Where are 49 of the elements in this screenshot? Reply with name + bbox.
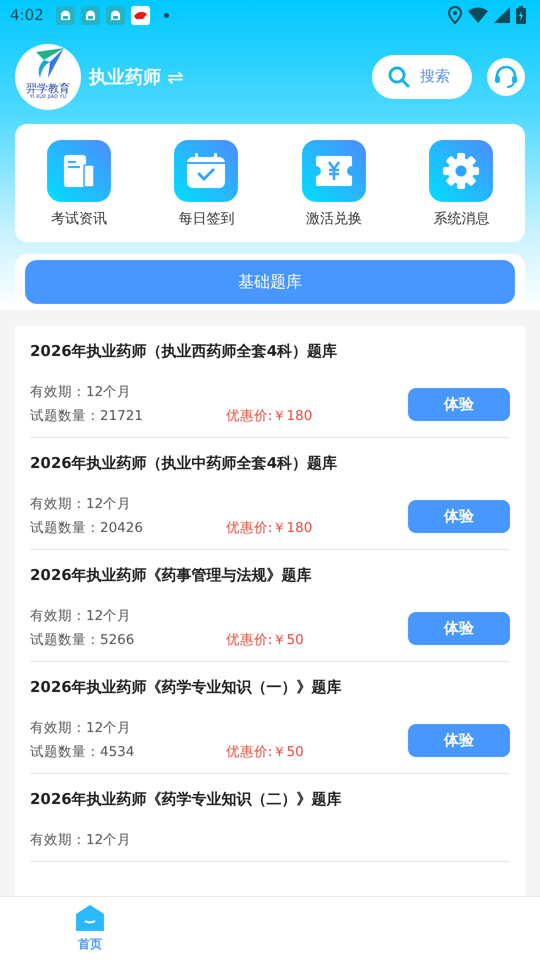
product-title: 2026年执业药师（执业中药师全套4科）题库 (30, 454, 338, 473)
discount-price: 优惠价:￥180 (226, 519, 314, 537)
question-bank-tab[interactable]: 基础题库 (25, 260, 515, 304)
customer-service-button[interactable] (487, 58, 525, 96)
exam-title: 执业药师 (89, 66, 161, 88)
question-count: 试题数量：5266 (30, 631, 136, 649)
notification-icon (56, 6, 75, 24)
location-icon (448, 6, 462, 24)
notification-icon (130, 6, 150, 24)
settings-icon (441, 151, 482, 191)
product-title: 2026年执业药师《药事管理与法规》题库 (30, 566, 313, 585)
home-icon (75, 904, 105, 932)
wifi-icon (468, 7, 488, 23)
try-button[interactable]: 体验 (408, 388, 510, 420)
product-title: 2026年执业药师《药学专业知识（二）》题库 (30, 790, 343, 809)
validity-text: 有效期：12个月 (30, 831, 132, 849)
signal-icon (494, 7, 510, 23)
notification-icon (80, 6, 100, 24)
question-count: 试题数量：20426 (30, 519, 144, 537)
shortcut-button[interactable]: 激活兑换 (270, 140, 398, 228)
nav-tab[interactable]: 首页 (0, 897, 180, 960)
discount-price: 优惠价:￥180 (226, 407, 314, 425)
discount-price: 优惠价:￥50 (226, 743, 305, 761)
search-button[interactable]: 搜索 (372, 54, 472, 98)
try-button[interactable]: 体验 (408, 612, 510, 644)
battery-icon (516, 6, 526, 24)
document-icon (62, 153, 96, 189)
product-title: 2026年执业药师（执业西药师全套4科）题库 (30, 342, 338, 361)
calendar-check-icon (185, 152, 228, 190)
validity-text: 有效期：12个月 (30, 607, 132, 625)
clock: 4:02 (10, 6, 44, 24)
try-button[interactable]: 体验 (408, 500, 510, 532)
notification-icon (106, 6, 125, 24)
try-button[interactable]: 体验 (408, 724, 510, 756)
validity-text: 有效期：12个月 (30, 495, 132, 513)
switch-exam-button[interactable]: ⇌ (163, 64, 188, 88)
shortcut-button[interactable]: 每日签到 (142, 140, 270, 228)
discount-price: 优惠价:￥50 (226, 631, 305, 649)
shortcut-button[interactable]: 系统消息 (398, 140, 525, 228)
validity-text: 有效期：12个月 (30, 719, 132, 737)
question-count: 试题数量：21721 (30, 407, 144, 425)
product-title: 2026年执业药师《药学专业知识（一）》题库 (30, 678, 343, 697)
search-icon (388, 66, 410, 88)
headset-icon (494, 66, 518, 88)
ticket-icon (314, 154, 354, 188)
shortcut-button[interactable]: 考试资讯 (15, 140, 142, 228)
validity-text: 有效期：12个月 (30, 383, 132, 401)
question-count: 试题数量：4534 (30, 743, 136, 761)
notification-dot (164, 12, 169, 18)
